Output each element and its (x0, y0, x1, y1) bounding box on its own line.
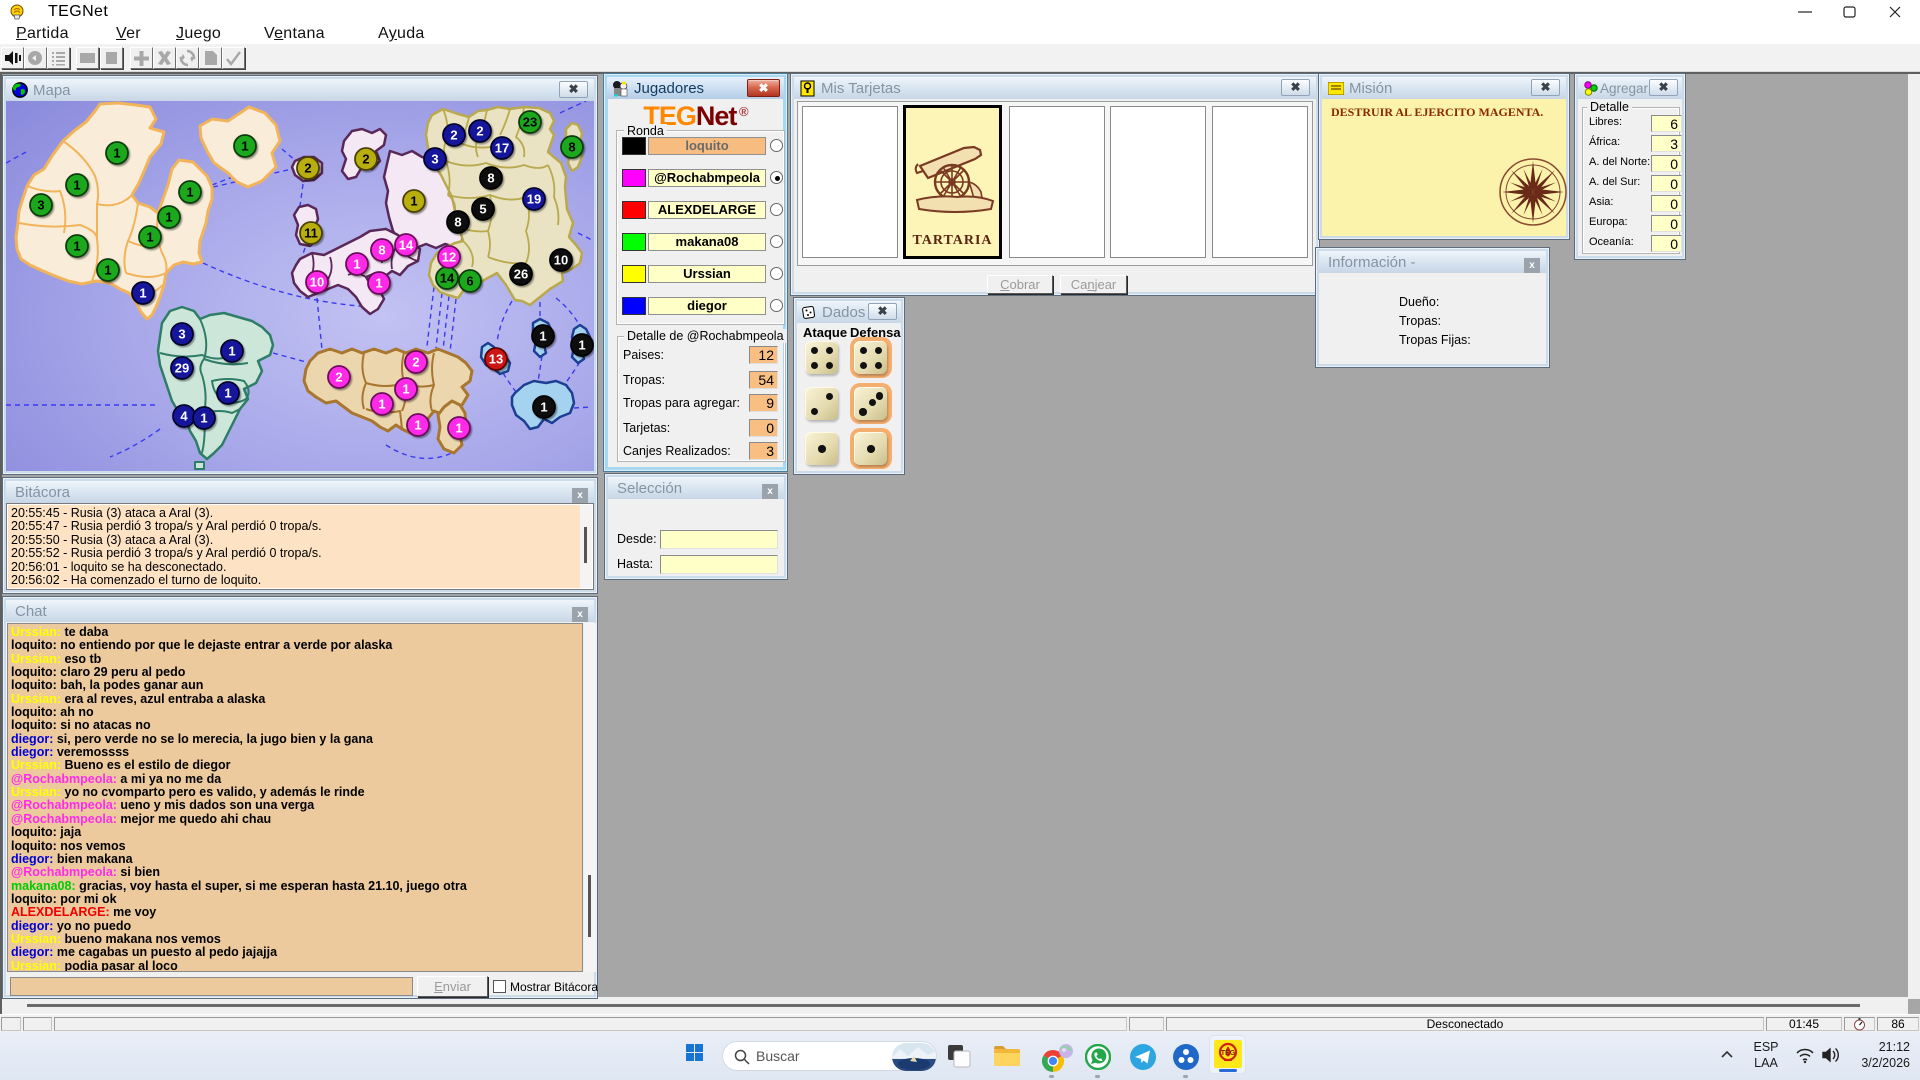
svg-text:2: 2 (304, 161, 311, 176)
svg-text:2: 2 (362, 152, 369, 167)
svg-text:5: 5 (479, 202, 486, 217)
svg-text:1: 1 (224, 386, 231, 401)
svg-text:23: 23 (523, 115, 537, 130)
svg-text:29: 29 (175, 361, 189, 376)
svg-text:1: 1 (539, 329, 546, 344)
svg-text:1: 1 (378, 397, 385, 412)
svg-text:14: 14 (399, 238, 414, 253)
svg-text:1: 1 (139, 286, 146, 301)
svg-text:12: 12 (442, 250, 456, 265)
svg-text:1: 1 (146, 230, 153, 245)
svg-text:2: 2 (476, 124, 483, 139)
svg-text:1: 1 (200, 411, 207, 426)
svg-text:1: 1 (73, 239, 80, 254)
svg-text:8: 8 (568, 140, 575, 155)
svg-text:1: 1 (241, 139, 248, 154)
svg-text:6: 6 (466, 274, 473, 289)
svg-text:1: 1 (73, 178, 80, 193)
svg-text:14: 14 (440, 271, 455, 286)
svg-text:1: 1 (410, 194, 417, 209)
svg-text:3: 3 (178, 327, 185, 342)
svg-text:3: 3 (37, 198, 44, 213)
svg-text:8: 8 (487, 171, 494, 186)
svg-text:19: 19 (527, 192, 541, 207)
svg-text:TEG: TEG (1221, 1050, 1236, 1057)
svg-text:1: 1 (455, 421, 462, 436)
svg-text:4: 4 (180, 409, 188, 424)
svg-text:17: 17 (495, 141, 509, 156)
svg-text:8: 8 (378, 243, 385, 258)
svg-text:2: 2 (335, 370, 342, 385)
svg-text:10: 10 (554, 253, 568, 268)
svg-text:1: 1 (104, 263, 111, 278)
svg-text:2: 2 (412, 355, 419, 370)
svg-text:10: 10 (310, 275, 324, 290)
svg-text:3: 3 (431, 152, 438, 167)
svg-text:8: 8 (454, 215, 461, 230)
svg-text:2: 2 (450, 128, 457, 143)
svg-text:1: 1 (113, 146, 120, 161)
svg-text:1: 1 (414, 418, 421, 433)
svg-text:1: 1 (165, 210, 172, 225)
svg-text:26: 26 (514, 267, 528, 282)
svg-text:1: 1 (228, 344, 235, 359)
svg-text:1: 1 (402, 382, 409, 397)
svg-text:1: 1 (353, 257, 360, 272)
svg-text:1: 1 (540, 400, 547, 415)
svg-text:1: 1 (186, 185, 193, 200)
svg-text:1: 1 (578, 338, 585, 353)
svg-text:1: 1 (375, 276, 382, 291)
svg-text:13: 13 (489, 352, 503, 367)
svg-text:11: 11 (304, 226, 318, 241)
